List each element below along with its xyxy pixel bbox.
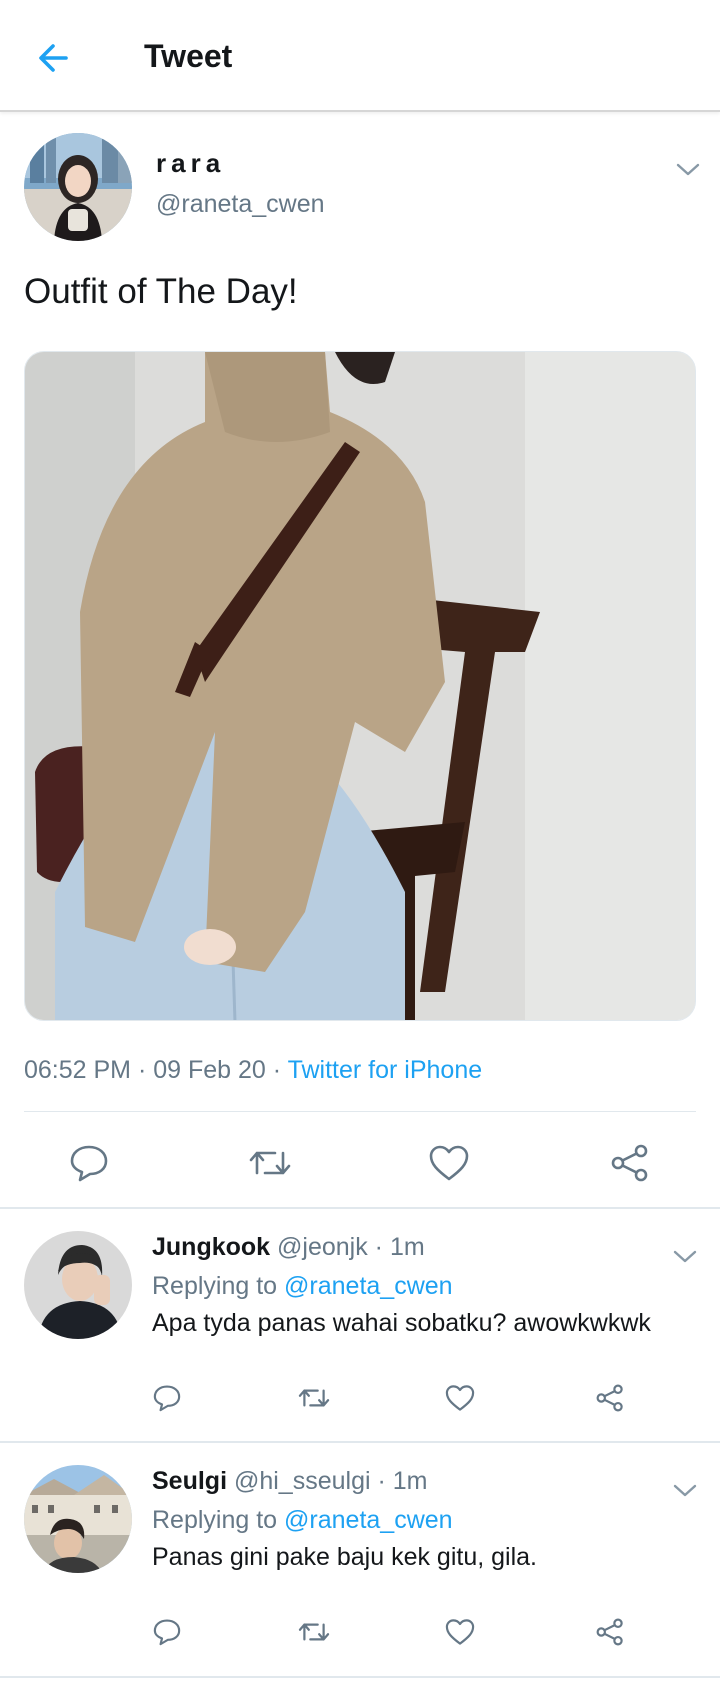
chevron-down-icon — [676, 163, 700, 176]
like-button[interactable] — [444, 1383, 476, 1418]
retweet-button[interactable] — [297, 1617, 331, 1652]
section-divider — [0, 1676, 720, 1678]
reply-options-button[interactable] — [669, 1245, 701, 1267]
like-button[interactable] — [427, 1143, 471, 1188]
avatar-image — [24, 1231, 132, 1339]
reply-icon — [70, 1145, 108, 1182]
author-name[interactable]: rara — [156, 148, 225, 179]
like-icon — [445, 1385, 475, 1411]
share-button[interactable] — [608, 1143, 652, 1188]
reply-tweet[interactable]: Jungkook @jeonjk · 1m Replying to @ranet… — [0, 1209, 720, 1440]
reply-options-button[interactable] — [669, 1479, 701, 1501]
replying-to: Replying to @raneta_cwen — [152, 1272, 453, 1300]
author-handle[interactable]: @raneta_cwen — [156, 190, 325, 219]
reply-author-handle[interactable]: @jeonjk — [277, 1233, 368, 1261]
reply-author-name[interactable]: Seulgi — [152, 1467, 227, 1495]
reply-author-name[interactable]: Jungkook — [152, 1233, 270, 1261]
tweet-source-link[interactable]: Twitter for iPhone — [288, 1056, 483, 1084]
outfit-photo — [25, 352, 695, 1020]
replying-to-mention[interactable]: @raneta_cwen — [284, 1272, 453, 1300]
chevron-down-icon — [673, 1250, 697, 1263]
reply-action-bar — [0, 1383, 720, 1423]
reply-time: 1m — [392, 1467, 428, 1495]
divider — [24, 1111, 696, 1112]
back-button[interactable] — [32, 34, 80, 82]
like-button[interactable] — [444, 1617, 476, 1652]
reply-avatar[interactable] — [24, 1231, 132, 1339]
reply-header: Seulgi @hi_sseulgi · 1m — [152, 1467, 428, 1495]
reply-header: Jungkook @jeonjk · 1m — [152, 1233, 425, 1261]
avatar-image — [24, 1465, 132, 1573]
like-icon — [429, 1145, 469, 1181]
reply-button[interactable] — [68, 1143, 110, 1188]
replying-to-mention[interactable]: @raneta_cwen — [284, 1506, 453, 1534]
tweet-time: 06:52 PM — [24, 1056, 132, 1084]
reply-text: Panas gini pake baju kek gitu, gila. — [152, 1543, 537, 1571]
arrow-left-icon — [39, 44, 68, 72]
share-icon — [596, 1618, 623, 1646]
reply-time: 1m — [389, 1233, 425, 1261]
author-avatar[interactable] — [24, 133, 132, 241]
reply-action-bar — [0, 1617, 720, 1657]
reply-avatar[interactable] — [24, 1465, 132, 1573]
tweet-action-bar — [0, 1133, 720, 1193]
top-app-bar: Tweet — [0, 0, 720, 112]
reply-button[interactable] — [152, 1383, 182, 1418]
reply-tweet[interactable]: Seulgi @hi_sseulgi · 1m Replying to @ran… — [0, 1443, 720, 1674]
share-icon — [596, 1384, 623, 1412]
reply-button[interactable] — [152, 1617, 182, 1652]
share-button[interactable] — [594, 1617, 626, 1652]
tweet-metadata: 06:52 PM · 09 Feb 20 · Twitter for iPhon… — [24, 1056, 483, 1084]
share-icon — [611, 1144, 648, 1182]
tweet-text: Outfit of The Day! — [24, 272, 298, 311]
tweet-date: 09 Feb 20 — [153, 1056, 266, 1084]
replying-to: Replying to @raneta_cwen — [152, 1506, 453, 1534]
retweet-button[interactable] — [247, 1143, 293, 1188]
retweet-icon — [249, 1151, 291, 1175]
tweet-detail-screen: Tweet rara @raneta_cwen Outfit of The Da… — [0, 0, 720, 1681]
reply-icon — [153, 1385, 181, 1412]
reply-author-handle[interactable]: @hi_sseulgi — [234, 1467, 371, 1495]
page-title: Tweet — [144, 38, 233, 74]
tweet-options-button[interactable] — [672, 158, 704, 180]
chevron-down-icon — [673, 1484, 697, 1497]
reply-icon — [153, 1619, 181, 1646]
retweet-button[interactable] — [297, 1383, 331, 1418]
avatar-image — [24, 133, 132, 241]
retweet-icon — [298, 1389, 330, 1407]
like-icon — [445, 1619, 475, 1645]
retweet-icon — [298, 1623, 330, 1641]
reply-text: Apa tyda panas wahai sobatku? awowkwkwk — [152, 1309, 651, 1337]
tweet-photo[interactable] — [24, 351, 696, 1021]
share-button[interactable] — [594, 1383, 626, 1418]
